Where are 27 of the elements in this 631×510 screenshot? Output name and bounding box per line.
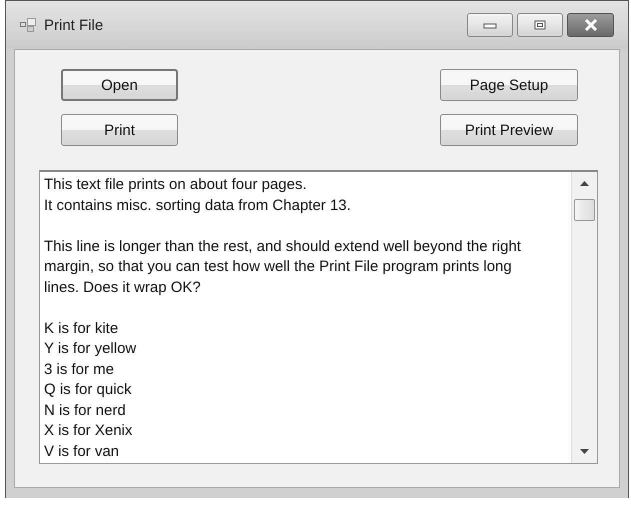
text-line: 3 is for me <box>44 360 116 380</box>
close-button[interactable] <box>567 13 614 37</box>
text-line: This text file prints on about four pages. <box>44 175 308 195</box>
scroll-down-icon[interactable] <box>580 449 589 454</box>
push-button[interactable]: Open <box>61 69 178 101</box>
text-line: X is for Xenix <box>44 421 134 441</box>
push-button[interactable]: Page Setup <box>440 69 578 101</box>
maximize-button[interactable] <box>517 13 563 37</box>
text-line: K is for kite <box>44 318 120 338</box>
minimize-icon <box>483 21 497 29</box>
text-line: It contains misc. sorting data from Chapter 13. <box>44 196 352 216</box>
scroll-up-icon[interactable] <box>580 181 589 186</box>
vertical-scrollbar[interactable] <box>571 172 597 463</box>
window-title: Print File <box>44 16 104 34</box>
text-line: N is for nerd <box>44 400 127 420</box>
text-line: V is for van <box>44 442 120 462</box>
minimize-button[interactable] <box>467 13 513 37</box>
maximize-icon <box>533 20 547 30</box>
text-line: Q is for quick <box>44 380 133 400</box>
push-button[interactable]: Print Preview <box>440 114 578 146</box>
close-icon <box>582 19 598 31</box>
app-icon <box>20 18 36 32</box>
push-button[interactable]: Print <box>61 114 178 146</box>
scrollbar-thumb[interactable] <box>574 199 595 221</box>
text-line: This line is longer than the rest, and should extend well beyond the right margin, so that you can test how well the Print File program prints long lines. Does it wrap OK? <box>44 236 522 298</box>
text-box[interactable] <box>39 170 598 464</box>
text-line: Y is for yellow <box>44 339 138 359</box>
